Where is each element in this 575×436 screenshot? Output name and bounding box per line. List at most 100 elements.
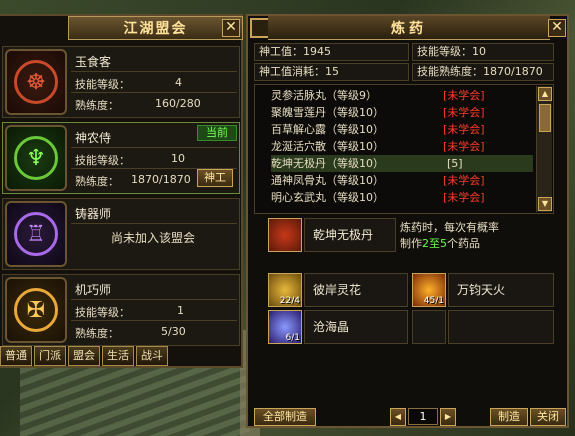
tab-guild[interactable]: 盟会 xyxy=(68,346,100,366)
recipe-scrollbar[interactable]: ▲ ▼ xyxy=(536,86,552,212)
recipe-item[interactable]: 明心玄武丸（等级10） [未学会] xyxy=(271,189,533,206)
shengong-button[interactable]: 神工 xyxy=(197,169,233,187)
guild-panel: 江湖盟会 ✕ ☸ 玉食客 技能等级： 4 熟练度： 160/280 ♆ 神农侍 … xyxy=(0,14,243,368)
make-all-button[interactable]: 全部制造 xyxy=(254,408,316,426)
pill-bowl-icon[interactable] xyxy=(268,218,302,252)
skill-stat: 技能等级：10 xyxy=(412,43,554,61)
recipe-name: 龙涎活穴散（等级10） xyxy=(271,140,384,153)
flower-icon[interactable]: 22/4 xyxy=(268,273,302,307)
guild-name: 铸器师 xyxy=(75,207,112,221)
quantity-input[interactable]: 1 xyxy=(408,408,438,425)
recipe-status: [未学会] xyxy=(443,174,485,187)
divider xyxy=(71,92,237,93)
close-button[interactable]: ✕ xyxy=(222,19,240,37)
material-count: 6/1 xyxy=(285,333,300,343)
current-badge: 当前 xyxy=(197,125,237,141)
decrease-icon[interactable]: ◀ xyxy=(390,408,406,426)
recipe-list: 灵参活脉丸（等级9） [未学会] 聚魄雪莲丹（等级10） [未学会] 百草解心露（等… xyxy=(254,84,554,214)
recipe-item[interactable]: 百草解心露（等级10） [未学会] xyxy=(271,121,533,138)
close-button[interactable]: ✕ xyxy=(548,19,566,37)
herb-emblem-icon: ♆ xyxy=(5,125,67,191)
recipe-name: 灵参活脉丸（等级9） xyxy=(271,89,377,102)
material-name: 彼岸灵花 xyxy=(304,273,408,307)
material-count: 45/1 xyxy=(423,296,444,306)
guild-card-shennong[interactable]: ♆ 神农侍 当前 技能等级： 10 熟练度： 1870/1870 神工 xyxy=(2,122,240,194)
recipe-item[interactable]: 灵参活脉丸（等级9） [未学会] xyxy=(271,87,533,104)
not-joined-text: 尚未加入该盟会 xyxy=(110,231,195,245)
recipe-item-selected[interactable]: 乾坤无极丹（等级10） [5] xyxy=(271,155,533,172)
recipe-status: [未学会] xyxy=(443,123,485,136)
empty-slot[interactable] xyxy=(412,310,446,344)
guild-name: 神农侍 xyxy=(75,131,112,145)
prof-label: 熟练度： xyxy=(75,175,119,188)
skill-label: 技能等级： xyxy=(75,154,130,167)
desc-post: 个药品 xyxy=(447,237,480,250)
tab-combat[interactable]: 战斗 xyxy=(136,346,168,366)
prof-value: 5/30 xyxy=(161,325,186,338)
skill-value: 1 xyxy=(177,304,184,317)
recipe-item[interactable]: 聚魄雪莲丹（等级10） [未学会] xyxy=(271,104,533,121)
guild-name: 机巧师 xyxy=(75,283,112,297)
prof-label: 熟练度： xyxy=(75,99,119,112)
material-name: 沧海晶 xyxy=(304,310,408,344)
divider xyxy=(71,223,237,224)
make-button[interactable]: 制造 xyxy=(490,408,528,426)
guild-name: 玉食客 xyxy=(75,55,112,69)
tab-life[interactable]: 生活 xyxy=(102,346,134,366)
skill-label: 技能等级： xyxy=(75,306,130,319)
roof-tiles xyxy=(20,368,250,436)
close-panel-button[interactable]: 关闭 xyxy=(530,408,566,426)
chef-emblem-icon: ☸ xyxy=(5,49,67,115)
empty-material-box xyxy=(448,310,554,344)
scroll-down-icon[interactable]: ▼ xyxy=(538,197,552,211)
skill-label: 技能等级： xyxy=(75,78,130,91)
recipe-name: 明心玄武丸（等级10） xyxy=(271,191,384,204)
prof-value: 160/280 xyxy=(155,97,201,110)
scroll-up-icon[interactable]: ▲ xyxy=(538,87,552,101)
recipe-name: 乾坤无极丹（等级10） xyxy=(271,157,384,170)
prof-value: 1870/1870 xyxy=(131,173,191,186)
recipe-item[interactable]: 通神凤骨丸（等级10） [未学会] xyxy=(271,172,533,189)
consume-stat: 神工值消耗：15 xyxy=(254,63,409,81)
desc-highlight: 2至5 xyxy=(422,237,447,250)
shengong-stat: 神工值：1945 xyxy=(254,43,409,61)
crystal-icon[interactable]: 6/1 xyxy=(268,310,302,344)
material-count: 22/4 xyxy=(279,296,300,306)
guild-panel-titlebar[interactable]: 江湖盟会 xyxy=(68,16,243,40)
alchemy-title: 炼药 xyxy=(391,20,427,37)
divider xyxy=(71,299,237,300)
recipe-status: [未学会] xyxy=(443,106,485,119)
increase-icon[interactable]: ▶ xyxy=(440,408,456,426)
divider xyxy=(71,320,237,321)
chat-tabs: 普通 门派 盟会 生活 战斗 xyxy=(0,346,210,368)
alchemy-titlebar[interactable]: 炼药 xyxy=(268,16,550,40)
scroll-thumb[interactable] xyxy=(539,104,551,132)
guild-card-zhuqi[interactable]: ♖ 铸器师 尚未加入该盟会 xyxy=(2,198,240,270)
fire-icon[interactable]: 45/1 xyxy=(412,273,446,307)
desc-line1: 炼药时，每次有概率 xyxy=(400,221,499,234)
tab-sect[interactable]: 门派 xyxy=(34,346,66,366)
recipe-item[interactable]: 龙涎活穴散（等级10） [未学会] xyxy=(271,138,533,155)
recipe-name: 通神凤骨丸（等级10） xyxy=(271,174,384,187)
ornament-icon xyxy=(250,18,270,38)
selected-recipe-name: 乾坤无极丹 xyxy=(304,218,396,252)
recipe-count: [5] xyxy=(447,157,463,170)
recipe-name: 百草解心露（等级10） xyxy=(271,123,384,136)
gear-emblem-icon: ✠ xyxy=(5,277,67,343)
desc-line2: 制作2至5个药品 xyxy=(400,236,560,252)
skill-value: 10 xyxy=(171,152,185,165)
forge-emblem-icon: ♖ xyxy=(5,201,67,267)
prof-label: 熟练度： xyxy=(75,327,119,340)
tab-normal[interactable]: 普通 xyxy=(0,346,32,366)
guild-panel-title: 江湖盟会 xyxy=(123,21,188,37)
material-name: 万钧天火 xyxy=(448,273,554,307)
recipe-status: [未学会] xyxy=(443,191,485,204)
recipe-status: [未学会] xyxy=(443,140,485,153)
recipe-description: 炼药时，每次有概率 制作2至5个药品 xyxy=(400,220,560,252)
desc-pre: 制作 xyxy=(400,237,422,250)
recipe-name: 聚魄雪莲丹（等级10） xyxy=(271,106,384,119)
guild-card-yushike[interactable]: ☸ 玉食客 技能等级： 4 熟练度： 160/280 xyxy=(2,46,240,118)
alchemy-panel: 炼药 ✕ 神工值：1945 技能等级：10 神工值消耗：15 技能熟练度：187… xyxy=(246,14,569,428)
divider xyxy=(71,71,237,72)
guild-card-jiqiao[interactable]: ✠ 机巧师 技能等级： 1 熟练度： 5/30 xyxy=(2,274,240,346)
